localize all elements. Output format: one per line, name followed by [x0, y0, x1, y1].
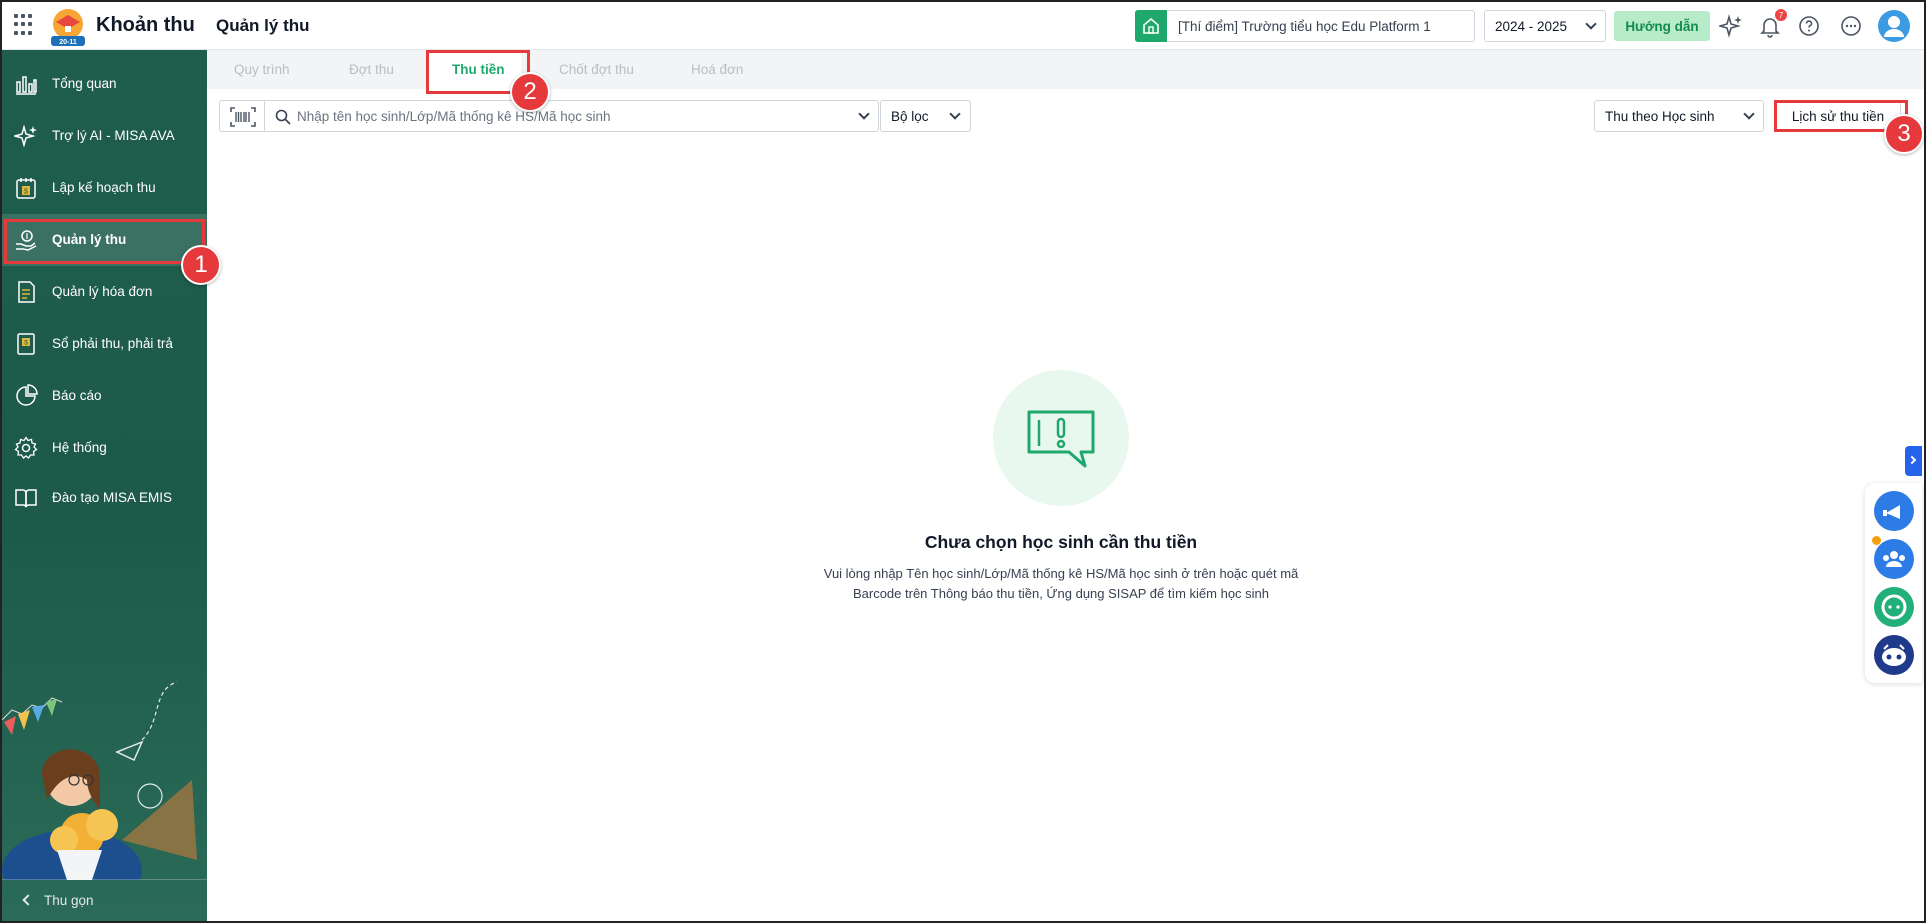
- student-search-input[interactable]: Nhập tên học sinh/Lớp/Mã thống kê HS/Mã …: [264, 100, 879, 132]
- step-badge-1: 1: [181, 245, 221, 285]
- floating-tools-panel: [1865, 483, 1922, 683]
- notification-badge: 7: [1775, 9, 1787, 21]
- brand-name: Khoản thu: [96, 14, 195, 36]
- sparkle-icon[interactable]: [1719, 14, 1743, 38]
- user-avatar[interactable]: [1878, 10, 1910, 42]
- chevron-right-icon: [1907, 455, 1917, 465]
- sidebar: Tổng quan Trợ lý AI - MISA AVA $ Lập kế …: [2, 50, 207, 921]
- top-bar: 20-11 Khoản thu Quản lý thu [Thí điểm] T…: [2, 2, 1924, 50]
- highlight-sidebar-manage-collection: [4, 219, 205, 264]
- empty-state-description-line: Barcode trên Thông báo thu tiền, Ứng dụn…: [852, 586, 1270, 601]
- tab-collection-round[interactable]: Đợt thu: [349, 62, 394, 77]
- search-icon: [275, 109, 291, 125]
- svg-text:20-11: 20-11: [59, 39, 77, 46]
- community-notification-dot: [1872, 536, 1881, 545]
- chevron-left-icon: [22, 894, 34, 906]
- year-select[interactable]: 2024 - 2025: [1484, 10, 1606, 42]
- year-value: 2024 - 2025: [1495, 19, 1568, 34]
- tab-close-round[interactable]: Chốt đợt thu: [559, 62, 634, 77]
- empty-state-description-line: Vui lòng nhập Tên học sinh/Lớp/Mã thống …: [823, 566, 1299, 581]
- chart-icon: [16, 76, 37, 95]
- pie-chart-icon: [16, 384, 38, 406]
- school-name: [Thí điểm] Trường tiểu học Edu Platform …: [1178, 19, 1431, 34]
- collapse-sidebar-button[interactable]: Thu gọn: [2, 879, 207, 921]
- sidebar-item-label: Tổng quan: [52, 76, 117, 91]
- sidebar-item-label: Quản lý hóa đơn: [52, 284, 153, 299]
- calendar-money-icon: $: [16, 178, 36, 199]
- barcode-scan-button[interactable]: [219, 100, 265, 132]
- sidebar-item-report[interactable]: Báo cáo: [2, 370, 207, 422]
- page-title: Quản lý thu: [216, 16, 310, 35]
- bot-assistant-icon[interactable]: [1874, 635, 1914, 675]
- empty-state-illustration: [993, 370, 1129, 506]
- guide-button[interactable]: Hướng dẫn: [1614, 11, 1710, 41]
- svg-text:$: $: [24, 189, 28, 196]
- collect-mode-value: Thu theo Học sinh: [1605, 109, 1715, 124]
- tab-process[interactable]: Quy trình: [234, 62, 290, 77]
- step-badge-3: 3: [1884, 114, 1924, 154]
- alert-message-icon: [1027, 410, 1095, 468]
- sidebar-item-label: Lập kế hoạch thu: [52, 180, 156, 195]
- collapse-label: Thu gọn: [44, 893, 94, 908]
- book-icon: [15, 489, 37, 508]
- sidebar-item-plan[interactable]: $ Lập kế hoạch thu: [2, 162, 207, 214]
- collect-mode-select[interactable]: Thu theo Học sinh: [1594, 100, 1764, 132]
- sidebar-item-ledger[interactable]: $ Sổ phải thu, phải trả: [2, 318, 207, 370]
- empty-state-title: Chưa chọn học sinh cần thu tiền: [924, 532, 1198, 552]
- school-icon: [1135, 10, 1167, 42]
- sidebar-item-label: Báo cáo: [52, 388, 102, 403]
- sidebar-item-ai-assistant[interactable]: Trợ lý AI - MISA AVA: [2, 110, 207, 162]
- chevron-down-icon: [1743, 108, 1755, 120]
- sparkle-icon: [14, 124, 37, 148]
- sidebar-item-system[interactable]: Hệ thống: [2, 422, 207, 474]
- chat-icon[interactable]: [1874, 587, 1914, 627]
- sidebar-item-label: Sổ phải thu, phải trả: [52, 336, 173, 351]
- announcement-icon[interactable]: [1874, 491, 1914, 531]
- ledger-icon: $: [17, 333, 35, 355]
- sidebar-item-training[interactable]: Đào tạo MISA EMIS: [2, 472, 207, 524]
- more-icon[interactable]: [1839, 14, 1863, 38]
- expand-panel-button[interactable]: [1905, 446, 1922, 476]
- sidebar-item-invoice[interactable]: Quản lý hóa đơn: [2, 266, 207, 318]
- app-logo: 20-11: [51, 9, 85, 46]
- barcode-icon: [230, 107, 256, 127]
- filter-dropdown[interactable]: Bộ lọc: [880, 100, 971, 132]
- sidebar-item-label: Hệ thống: [52, 440, 107, 455]
- chevron-down-icon[interactable]: [858, 108, 870, 120]
- empty-state-description: Vui lòng nhập Tên học sinh/Lớp/Mã thống …: [707, 564, 1415, 604]
- school-selector[interactable]: [Thí điểm] Trường tiểu học Edu Platform …: [1135, 10, 1475, 42]
- apps-grid-icon[interactable]: [14, 14, 36, 36]
- teacher-illustration: [2, 681, 197, 880]
- step-badge-2: 2: [510, 72, 550, 112]
- search-placeholder: Nhập tên học sinh/Lớp/Mã thống kê HS/Mã …: [297, 109, 611, 124]
- sidebar-item-overview[interactable]: Tổng quan: [2, 58, 207, 110]
- sidebar-item-label: Trợ lý AI - MISA AVA: [52, 128, 175, 143]
- chevron-down-icon: [1585, 18, 1597, 30]
- community-icon[interactable]: [1874, 539, 1914, 579]
- chevron-down-icon: [949, 108, 961, 120]
- filter-label: Bộ lọc: [891, 109, 929, 124]
- help-icon[interactable]: [1797, 14, 1821, 38]
- main-content: Quy trình Đợt thu Thu tiền Chốt đợt thu …: [207, 50, 1924, 921]
- gear-icon: [14, 436, 38, 459]
- sidebar-item-label: Đào tạo MISA EMIS: [52, 490, 173, 505]
- invoice-icon: [18, 281, 35, 303]
- svg-text:$: $: [24, 340, 28, 347]
- tab-invoice[interactable]: Hoá đơn: [691, 62, 743, 77]
